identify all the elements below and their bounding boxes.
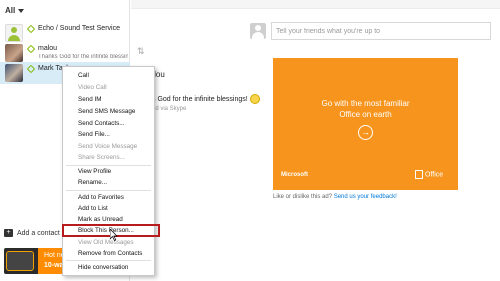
ad-feedback-link[interactable]: Send us your feedback! [334,194,397,200]
menu-item-send-im[interactable]: Send IM [63,95,154,105]
chevron-down-icon [18,8,25,13]
ad-feedback-text: Like or dislike this ad? [273,194,334,200]
smiley-icon [249,94,260,104]
office-icon [415,170,423,179]
office-logo: Office [415,170,443,179]
menu-separator [66,165,151,166]
refresh-icon[interactable]: ⇅ [137,46,145,57]
menu-item-rename[interactable]: Rename... [63,178,154,188]
avatar [5,24,23,42]
menu-item-add-to-favorites[interactable]: Add to Favorites [63,193,154,203]
office-ad[interactable]: Go with the most familiar Office on eart… [273,58,458,190]
promo-line2: 10-wa [44,262,64,269]
contact-name: Echo / Sound Test Service [38,25,120,32]
menu-item-hide-conversation[interactable]: Hide conversation [63,263,154,273]
menu-item-send-contacts[interactable]: Send Contacts... [63,119,154,129]
mood-message-input[interactable] [271,22,491,40]
ad-headline-line1: Go with the most familiar [321,99,410,108]
ad-feedback: Like or dislike this ad? Send us your fe… [273,194,397,200]
contact-context-menu: Call Video Call Send IM Send SMS Message… [62,66,160,276]
avatar [5,44,23,62]
add-contact-button[interactable]: + Add a contact [4,229,60,237]
online-status-icon [26,64,36,74]
user-avatar-icon[interactable] [250,23,266,39]
menu-item-send-file[interactable]: Send File... [63,130,154,140]
contacts-filter-dropdown[interactable]: All [5,6,25,15]
menu-item-remove-from-contacts[interactable]: Remove from Contacts [63,249,154,259]
ad-headline-line2: Office on earth [339,110,392,119]
menu-item-send-sms[interactable]: Send SMS Message [63,107,154,117]
main-pane: ⇅ malou ■◀ s God for the infinite blessi… [131,0,500,281]
top-strip [131,0,500,9]
menu-item-video-call[interactable]: Video Call [63,83,154,93]
online-status-icon [26,44,36,54]
menu-item-send-voice-message[interactable]: Send Voice Message [63,142,154,152]
office-label: Office [425,171,444,179]
add-contact-label: Add a contact [17,229,60,237]
filter-label: All [5,6,16,15]
contact-name: malou [38,45,58,52]
add-contact-icon: + [4,229,13,237]
arrow-right-icon[interactable]: → [358,125,373,140]
avatar [5,64,23,82]
menu-item-call[interactable]: Call [63,71,154,81]
menu-item-add-to-list[interactable]: Add to List [63,204,154,214]
contact-mood: Thanks God for the infinite blessings! [38,54,128,60]
feed-meta: ed via Skype [152,106,187,112]
ad-headline: Go with the most familiar Office on eart… [273,98,458,120]
online-status-icon [26,24,36,34]
contact-item-echo[interactable]: Echo / Sound Test Service [0,22,130,44]
menu-item-view-old-messages[interactable]: View Old Messages [63,238,154,248]
contact-item-malou[interactable]: malou Thanks God for the infinite blessi… [0,42,130,64]
menu-item-view-profile[interactable]: View Profile [63,167,154,177]
feed-message-text: s God for the infinite blessings! [152,95,248,103]
menu-separator [66,260,151,261]
feed-message: s God for the infinite blessings! [152,94,260,104]
mouse-cursor-icon [110,229,118,241]
menu-separator [66,190,151,191]
menu-item-share-screens[interactable]: Share Screens... [63,153,154,163]
promo-image [6,251,34,271]
microsoft-logo: Microsoft [281,172,308,178]
